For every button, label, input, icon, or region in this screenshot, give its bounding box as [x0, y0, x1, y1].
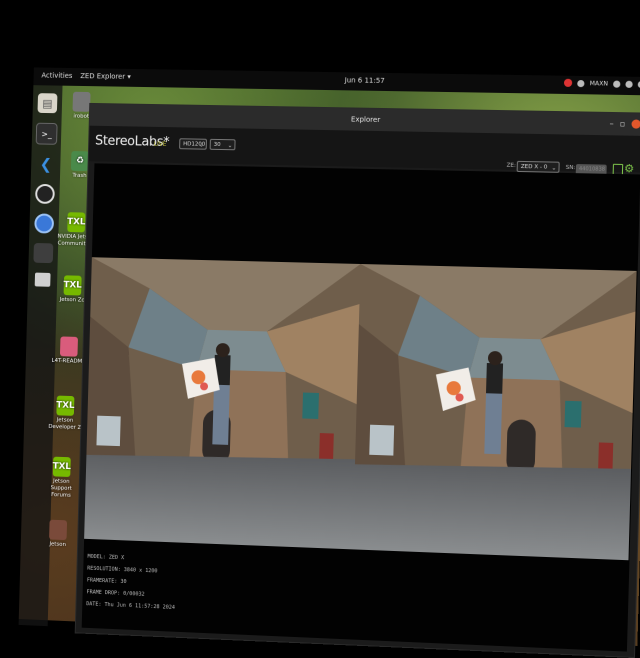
desktop-icon-label: Jetson Developer Z [48, 417, 82, 431]
system-tray[interactable]: MAXN [563, 78, 640, 88]
chevron-down-icon: ⌄ [227, 142, 233, 150]
serial-label: SN: [565, 164, 576, 172]
fps-select[interactable]: 30 ⌄ [209, 138, 236, 151]
blank-app-icon[interactable] [33, 242, 54, 264]
obs-icon[interactable] [35, 183, 55, 204]
resolution-select[interactable]: HD1200 ⌄ [179, 138, 207, 150]
desktop-icon-jetson-forums[interactable]: TXL Jetson Support Forums [41, 456, 81, 500]
robot-icon [72, 91, 91, 112]
volume-icon [625, 80, 633, 88]
nvidia-icon: TXL [53, 456, 71, 477]
app-menu[interactable]: ZED Explorer ▾ [80, 72, 131, 81]
desktop-icon-label: Trash [72, 172, 87, 179]
document-icon [49, 519, 68, 541]
info-date: DATE: Thu Jun 6 11:57:28 2024 [86, 601, 175, 611]
nvidia-icon: TXL [56, 395, 75, 416]
terminal-icon[interactable]: >_ [35, 122, 58, 145]
folder-icon [59, 336, 78, 357]
desktop-icon-label: Jetson Zo [59, 296, 85, 304]
minimize-icon[interactable]: – [609, 119, 613, 128]
right-camera-view [352, 263, 637, 561]
stereo-view [84, 257, 638, 561]
window-title: Explorer [350, 115, 381, 125]
desktop-icon-label: Jetson [49, 541, 66, 548]
fps-select-value: 30 [213, 141, 221, 148]
disk-icon[interactable] [34, 272, 51, 287]
nvidia-icon: TXL [63, 275, 82, 296]
video-viewport[interactable]: MODEL: ZED X RESOLUTION: 3840 x 1200 FRA… [81, 163, 640, 652]
camera-select-value: ZED X - 0 [520, 163, 548, 171]
desktop-icon-label: Jetson Support Forums [50, 478, 72, 499]
desktop-icon-label: irobot [73, 113, 90, 120]
chevron-down-icon: ⌄ [198, 141, 204, 149]
activities-button[interactable]: Activities [41, 72, 72, 80]
network-icon [613, 80, 621, 88]
desktop-icon-label: L4T-README [51, 357, 86, 365]
nvidia-icon: TXL [67, 212, 86, 233]
vscode-icon[interactable]: ❮ [36, 154, 56, 174]
power-mode-label: MAXN [589, 79, 609, 88]
desktop-icon-jetson-developer[interactable]: TXL Jetson Developer Z [45, 395, 85, 432]
chromium-icon[interactable] [34, 213, 55, 234]
maximize-icon[interactable]: ▫ [620, 119, 626, 128]
nvidia-power-icon [577, 79, 585, 87]
clock[interactable]: Jun 6 11:57 [345, 76, 385, 85]
recording-indicator-icon [563, 78, 573, 87]
close-icon[interactable] [631, 119, 640, 129]
explorer-window: Explorer – ▫ StereoLabs* LIVE HD1200 ⌄ 3… [74, 102, 640, 658]
desktop-icon-jetson[interactable]: Jetson [38, 519, 78, 549]
live-status: LIVE [153, 140, 167, 148]
left-camera-view [84, 257, 361, 550]
trash-icon: ♻ [70, 151, 89, 172]
camera-info-panel: MODEL: ZED X RESOLUTION: 3840 x 1200 FRA… [86, 551, 176, 614]
camera-label: ZE: [506, 162, 516, 169]
files-icon[interactable]: ▤ [37, 93, 58, 114]
camera-select[interactable]: ZED X - 0 ⌄ [516, 160, 560, 173]
